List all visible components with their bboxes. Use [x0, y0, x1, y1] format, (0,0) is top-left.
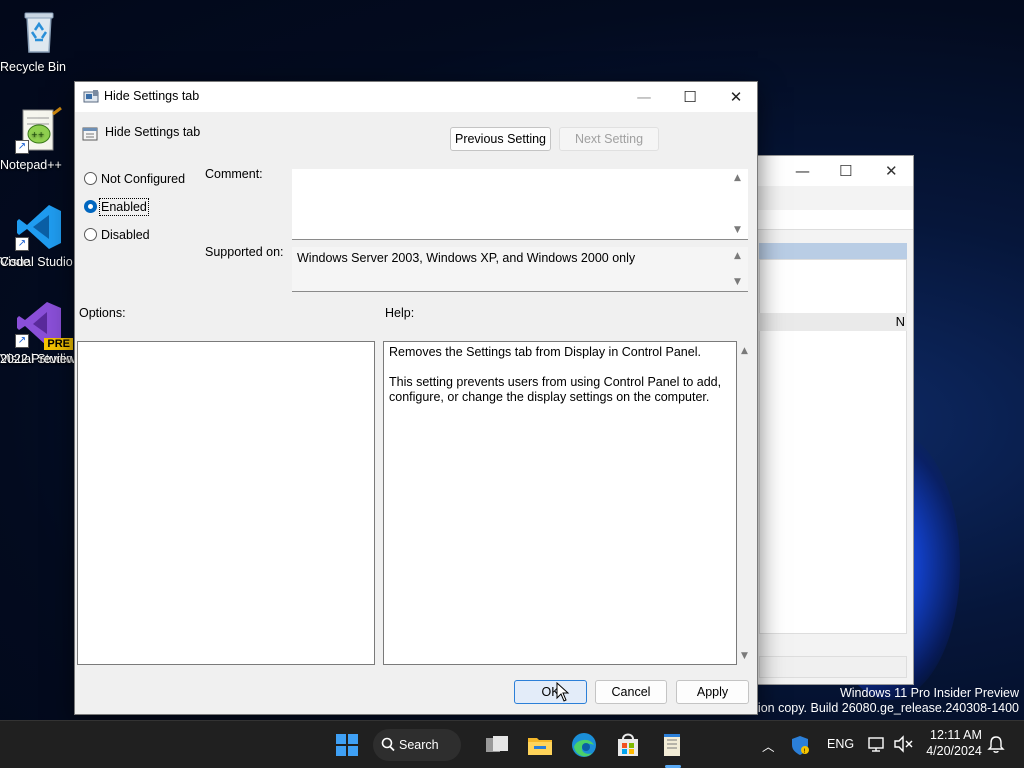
help-label: Help:	[385, 306, 415, 320]
help-text: Removes the Settings tab from Display in…	[389, 345, 722, 404]
dialog-titlebar[interactable]: Hide Settings tab — ☐ ✕	[75, 82, 757, 112]
radio-disabled[interactable]: Disabled	[84, 228, 150, 242]
preview-badge: PRE	[44, 338, 73, 350]
background-window-selected-row[interactable]	[759, 243, 907, 259]
search-icon	[381, 729, 395, 768]
volume-muted-icon[interactable]	[892, 733, 914, 755]
scroll-up-icon[interactable]: ▲	[734, 173, 741, 183]
policy-icon	[83, 89, 99, 105]
scroll-down-icon[interactable]: ▼	[734, 277, 741, 287]
chevron-up-icon[interactable]: ︿	[762, 736, 775, 755]
supported-scrollbar[interactable]: ▲ ▼	[731, 247, 748, 291]
file-explorer-icon[interactable]	[524, 729, 556, 761]
apply-button[interactable]: Apply	[676, 680, 749, 704]
comment-label: Comment:	[205, 167, 263, 181]
minimize-icon[interactable]: —	[621, 82, 667, 112]
close-icon[interactable]: ✕	[713, 82, 759, 112]
cancel-button[interactable]: Cancel	[595, 680, 667, 704]
supported-on-field: Windows Server 2003, Windows XP, and Win…	[292, 247, 748, 292]
setting-name: Hide Settings tab	[105, 125, 201, 139]
radio-button[interactable]	[84, 228, 97, 241]
maximize-icon[interactable]: ☐	[839, 162, 852, 180]
minimize-icon[interactable]: —	[795, 162, 810, 180]
desktop-icon-label-line2: 2022 Preview	[0, 352, 76, 366]
security-shield-icon[interactable]: !	[788, 733, 812, 757]
supported-on-text: Windows Server 2003, Windows XP, and Win…	[297, 251, 636, 265]
radio-not-configured[interactable]: Not Configured	[84, 172, 185, 186]
notepad-icon[interactable]	[656, 729, 688, 761]
clock-time[interactable]: 12:11 AM	[930, 728, 982, 742]
ok-button[interactable]: OK	[514, 680, 587, 704]
radio-button[interactable]	[84, 172, 97, 185]
mouse-cursor-icon	[556, 681, 570, 702]
scroll-down-icon[interactable]: ▼	[734, 225, 741, 235]
desktop-icon-notepad-plus-plus[interactable]: ++ ↗ Notepad++	[0, 106, 78, 172]
supported-on-label: Supported on:	[205, 245, 284, 259]
radio-button[interactable]	[84, 200, 97, 213]
desktop-icon-label: Notepad++	[0, 158, 62, 172]
start-icon[interactable]	[331, 729, 363, 761]
background-window-menubar	[741, 210, 913, 230]
desktop-icon-recycle-bin[interactable]: Recycle Bin	[0, 8, 78, 74]
edge-icon[interactable]	[568, 729, 600, 761]
policy-setting-dialog[interactable]: Hide Settings tab — ☐ ✕ Hide Settings ta…	[74, 81, 758, 715]
svg-text:!: !	[803, 748, 805, 755]
task-view-icon[interactable]	[481, 729, 513, 761]
dialog-title: Hide Settings tab	[104, 89, 200, 103]
desktop-icon-label: Recycle Bin	[0, 60, 66, 74]
background-window-header-row	[759, 313, 907, 331]
taskbar-search[interactable]: Search	[373, 729, 461, 761]
radio-label: Disabled	[101, 228, 150, 242]
background-window-titlebar: — ☐ ✕	[741, 156, 913, 186]
help-pane[interactable]: Removes the Settings tab from Display in…	[383, 341, 737, 665]
recycle-bin-icon	[15, 8, 63, 56]
desktop-icon-visual-studio-preview[interactable]: ↗ PRE Visual Studio 2022 Preview	[0, 300, 78, 366]
scroll-down-icon[interactable]: ▼	[741, 651, 748, 661]
taskbar: Search ︿ ! ENG 12:11 AM 4/20/2024	[0, 720, 1024, 768]
background-window[interactable]: — ☐ ✕ N	[740, 155, 914, 685]
radio-enabled[interactable]: Enabled	[84, 198, 149, 216]
comment-textarea[interactable]: ▲ ▼	[292, 169, 748, 240]
notepad-plus-plus-icon: ++ ↗	[15, 106, 63, 154]
background-window-scrollbar[interactable]	[759, 656, 907, 678]
desktop-icon-label-line2: Code	[0, 255, 30, 269]
shortcut-arrow-icon: ↗	[15, 334, 29, 348]
network-icon[interactable]	[866, 733, 888, 755]
vscode-icon: ↗	[15, 203, 63, 251]
previous-setting-button[interactable]: Previous Setting	[450, 127, 551, 151]
options-label: Options:	[79, 306, 126, 320]
close-icon[interactable]: ✕	[885, 162, 898, 180]
store-icon[interactable]	[612, 729, 644, 761]
search-label: Search	[399, 738, 439, 752]
scroll-up-icon[interactable]: ▲	[741, 346, 748, 356]
watermark-line2: Evaluation copy. Build 26080.ge_release.…	[716, 701, 1019, 715]
notification-bell-icon[interactable]	[986, 734, 1006, 754]
options-pane[interactable]	[77, 341, 375, 665]
clock-date[interactable]: 4/20/2024	[924, 744, 984, 758]
scroll-up-icon[interactable]: ▲	[734, 251, 741, 261]
next-setting-button[interactable]: Next Setting	[559, 127, 659, 151]
shortcut-arrow-icon: ↗	[15, 140, 29, 154]
background-window-column-label: N	[895, 314, 905, 329]
visual-studio-preview-icon: ↗ PRE	[15, 300, 73, 350]
radio-label: Enabled	[99, 198, 149, 216]
watermark-line1: Windows 11 Pro Insider Preview	[839, 686, 1019, 700]
setting-icon	[82, 126, 98, 142]
radio-label: Not Configured	[101, 172, 186, 186]
comment-scrollbar[interactable]: ▲ ▼	[731, 169, 748, 239]
language-indicator[interactable]: ENG	[827, 737, 854, 751]
desktop-icon-vscode[interactable]: ↗ Visual Studio Code	[0, 203, 78, 269]
svg-text:++: ++	[31, 130, 44, 139]
shortcut-arrow-icon: ↗	[15, 237, 29, 251]
maximize-icon[interactable]: ☐	[667, 82, 713, 112]
